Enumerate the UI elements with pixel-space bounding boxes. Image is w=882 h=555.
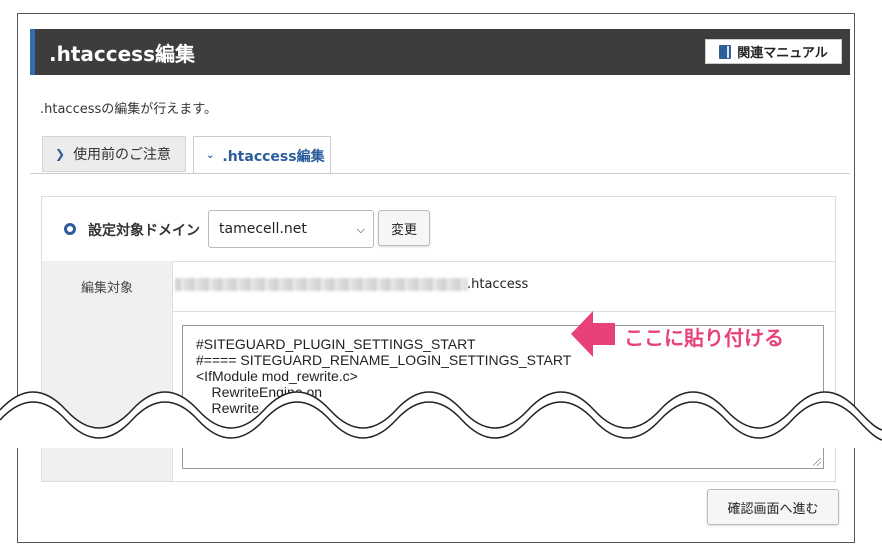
torn-wave-divider	[0, 391, 882, 448]
related-manual-button[interactable]: 関連マニュアル	[705, 39, 842, 64]
domain-select[interactable]: tamecell.net ⌵	[208, 210, 374, 248]
domain-row: 設定対象ドメイン tamecell.net ⌵ 変更	[42, 197, 835, 262]
target-label: 編集対象	[42, 261, 173, 311]
code-line: #==== SITEGUARD_RENAME_LOGIN_SETTINGS_ST…	[196, 352, 572, 368]
page-title: .htaccess編集	[49, 42, 195, 66]
target-row: 編集対象 .htaccess	[42, 261, 835, 312]
change-domain-button[interactable]: 変更	[378, 210, 430, 246]
resize-handle[interactable]	[813, 458, 821, 466]
tab-htaccess-edit-label: .htaccess編集	[222, 148, 325, 165]
tab-divider	[30, 173, 850, 174]
domain-radio[interactable]	[64, 223, 76, 235]
code-line: <IfModule mod_rewrite.c>	[196, 368, 358, 384]
tab-usage-notice[interactable]: ❯ 使用前のご注意	[42, 136, 186, 172]
tab-usage-notice-label: 使用前のご注意	[73, 147, 172, 163]
arrow-left-icon	[571, 311, 615, 357]
page-header: .htaccess編集 関連マニュアル	[30, 29, 850, 75]
book-icon	[719, 44, 732, 59]
chevron-right-icon: ❯	[55, 147, 66, 161]
target-file: .htaccess	[467, 277, 529, 292]
domain-select-value: tamecell.net	[219, 221, 307, 237]
proceed-to-confirm-button[interactable]: 確認画面へ進む	[707, 489, 839, 525]
related-manual-label: 関連マニュアル	[737, 46, 828, 61]
chevron-down-icon: ⌄	[206, 150, 215, 161]
page-description: .htaccessの編集が行えます。	[40, 102, 217, 117]
paste-here-annotation: ここに貼り付ける	[624, 326, 784, 350]
tab-htaccess-edit[interactable]: ⌄ .htaccess編集	[193, 136, 331, 174]
domain-label: 設定対象ドメイン	[88, 223, 200, 239]
chevron-down-icon: ⌵	[356, 223, 365, 236]
blurred-path	[175, 278, 468, 291]
